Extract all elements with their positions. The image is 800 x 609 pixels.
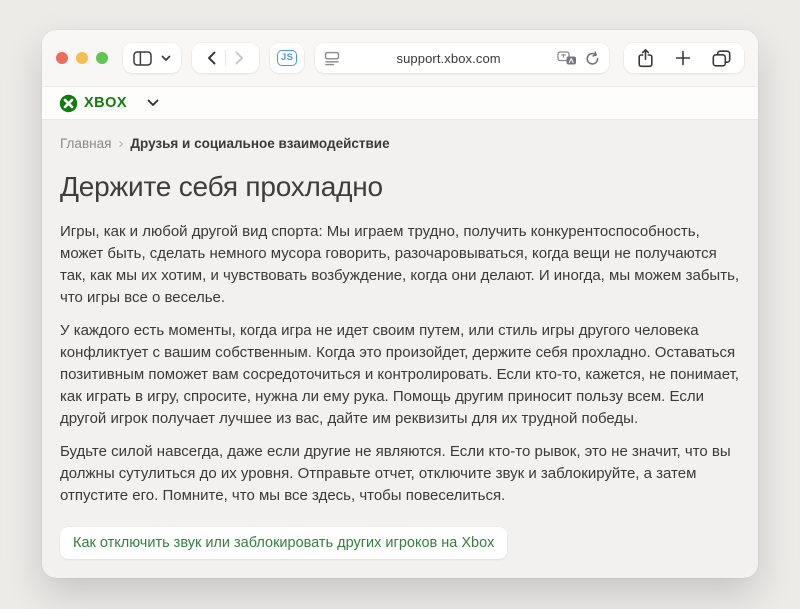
breadcrumb-current: Друзья и социальное взаимодействие (130, 136, 389, 151)
breadcrumb-home-link[interactable]: Главная (60, 136, 111, 151)
reload-icon[interactable] (585, 51, 600, 66)
translate-icon[interactable] (557, 51, 577, 66)
forward-icon[interactable] (226, 45, 253, 71)
breadcrumb: Главная › Друзья и социальное взаимодейс… (60, 136, 740, 151)
site-header: XBOX (42, 87, 758, 120)
close-window-button[interactable] (56, 52, 68, 64)
sidebar-toggle-group (123, 43, 181, 73)
site-menu-chevron-icon[interactable] (147, 99, 159, 107)
sidebar-icon[interactable] (133, 51, 152, 66)
toolbar-right-group (624, 43, 744, 73)
zoom-window-button[interactable] (96, 52, 108, 64)
page-title: Держите себя прохладно (60, 171, 740, 203)
new-tab-icon[interactable] (675, 50, 691, 66)
address-bar-actions (557, 51, 600, 66)
tab-groups-chevron-icon[interactable] (161, 55, 171, 62)
js-extension-badge[interactable]: JS (270, 43, 304, 73)
breadcrumb-separator-icon: › (118, 136, 123, 151)
related-article-link[interactable]: Как отключить звук или заблокировать дру… (60, 527, 507, 559)
address-bar[interactable]: support.xbox.com (315, 43, 609, 73)
js-badge-label: JS (277, 50, 297, 66)
page-content: Главная › Друзья и социальное взаимодейс… (42, 120, 758, 559)
reader-icon[interactable] (324, 51, 340, 66)
traffic-lights (56, 52, 108, 64)
xbox-brand-label: XBOX (84, 95, 127, 111)
minimize-window-button[interactable] (76, 52, 88, 64)
article-paragraph-1: Игры, как и любой другой вид спорта: Мы … (60, 221, 740, 309)
browser-toolbar: JS support.xbox.com (42, 30, 758, 87)
nav-buttons-group (192, 43, 259, 73)
article-paragraph-2: У каждого есть моменты, когда игра не ид… (60, 320, 740, 430)
share-icon[interactable] (637, 48, 654, 68)
article-paragraph-3: Будьте силой навсегда, даже если другие … (60, 441, 740, 507)
xbox-logo-icon (59, 94, 78, 113)
url-text[interactable]: support.xbox.com (348, 51, 549, 66)
xbox-brand[interactable]: XBOX (59, 94, 127, 113)
back-icon[interactable] (198, 45, 225, 71)
browser-window: JS support.xbox.com (42, 30, 758, 578)
tabs-icon[interactable] (712, 50, 731, 67)
